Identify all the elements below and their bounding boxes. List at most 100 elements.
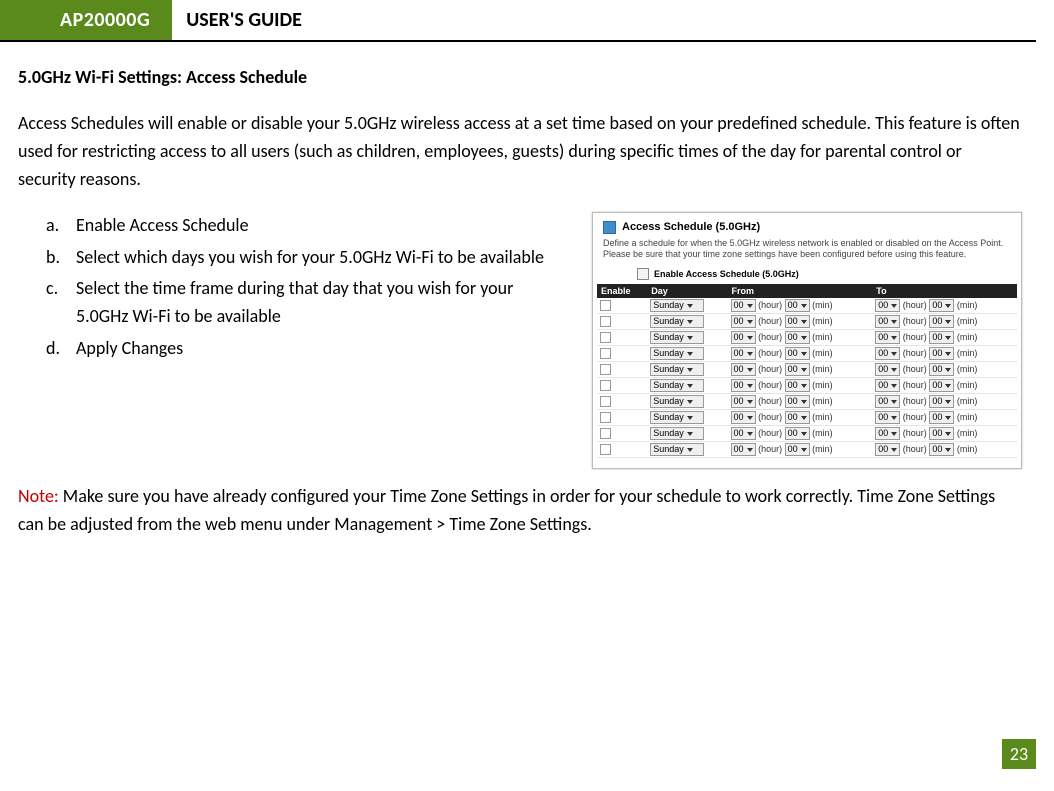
chevron-down-icon [801, 448, 807, 452]
day-select[interactable]: Sunday [650, 347, 704, 360]
row-enable-checkbox[interactable] [600, 380, 611, 391]
chevron-down-icon [747, 432, 753, 436]
from-min-select[interactable]: 00 [785, 363, 810, 376]
to-min-select[interactable]: 00 [929, 347, 954, 360]
row-enable-checkbox[interactable] [600, 412, 611, 423]
from-min-select[interactable]: 00 [785, 331, 810, 344]
day-select[interactable]: Sunday [650, 363, 704, 376]
min-unit: (min) [812, 300, 833, 310]
min-unit: (min) [957, 364, 978, 374]
screenshot-desc: Define a schedule for when the 5.0GHz wi… [597, 238, 1017, 269]
page-header: AP20000G USER'S GUIDE [0, 0, 1036, 42]
chevron-down-icon [945, 384, 951, 388]
day-select[interactable]: Sunday [650, 315, 704, 328]
hour-unit: (hour) [758, 316, 782, 326]
chevron-down-icon [891, 368, 897, 372]
hour-unit: (hour) [758, 380, 782, 390]
screenshot-panel: Access Schedule (5.0GHz) Define a schedu… [592, 212, 1022, 470]
to-min-select[interactable]: 00 [929, 315, 954, 328]
day-select[interactable]: Sunday [650, 427, 704, 440]
to-hour-select[interactable]: 00 [875, 315, 900, 328]
to-hour-select[interactable]: 00 [875, 411, 900, 424]
screenshot-title: Access Schedule (5.0GHz) [622, 221, 760, 233]
row-enable-checkbox[interactable] [600, 332, 611, 343]
from-min-select[interactable]: 00 [785, 427, 810, 440]
min-unit: (min) [957, 444, 978, 454]
step-text: Select the time frame during that day th… [76, 275, 568, 331]
to-hour-select[interactable]: 00 [875, 395, 900, 408]
chevron-down-icon [945, 336, 951, 340]
table-row: Sunday00 (hour) 00 (min)00 (hour) 00 (mi… [597, 410, 1017, 426]
from-min-select[interactable]: 00 [785, 315, 810, 328]
day-select[interactable]: Sunday [650, 299, 704, 312]
chevron-down-icon [747, 304, 753, 308]
step-marker: a. [46, 212, 76, 240]
to-min-select[interactable]: 00 [929, 299, 954, 312]
to-hour-select[interactable]: 00 [875, 331, 900, 344]
chevron-down-icon [687, 336, 693, 340]
from-min-select[interactable]: 00 [785, 395, 810, 408]
page-number: 23 [1002, 739, 1036, 769]
from-hour-select[interactable]: 00 [731, 443, 756, 456]
chevron-down-icon [747, 336, 753, 340]
row-enable-checkbox[interactable] [600, 316, 611, 327]
day-select[interactable]: Sunday [650, 411, 704, 424]
from-hour-select[interactable]: 00 [731, 427, 756, 440]
from-hour-select[interactable]: 00 [731, 363, 756, 376]
to-hour-select[interactable]: 00 [875, 347, 900, 360]
from-min-select[interactable]: 00 [785, 443, 810, 456]
from-min-select[interactable]: 00 [785, 411, 810, 424]
day-select[interactable]: Sunday [650, 443, 704, 456]
from-hour-select[interactable]: 00 [731, 315, 756, 328]
row-enable-checkbox[interactable] [600, 428, 611, 439]
to-min-select[interactable]: 00 [929, 395, 954, 408]
to-min-select[interactable]: 00 [929, 427, 954, 440]
guide-title: USER'S GUIDE [172, 0, 302, 40]
note-paragraph: Note: Make sure you have already configu… [18, 483, 1022, 539]
chevron-down-icon [747, 320, 753, 324]
from-min-select[interactable]: 00 [785, 299, 810, 312]
to-hour-select[interactable]: 00 [875, 427, 900, 440]
from-hour-select[interactable]: 00 [731, 395, 756, 408]
to-hour-select[interactable]: 00 [875, 299, 900, 312]
to-hour-select[interactable]: 00 [875, 379, 900, 392]
row-enable-checkbox[interactable] [600, 348, 611, 359]
to-min-select[interactable]: 00 [929, 363, 954, 376]
from-hour-select[interactable]: 00 [731, 299, 756, 312]
from-min-select[interactable]: 00 [785, 379, 810, 392]
chevron-down-icon [801, 320, 807, 324]
chevron-down-icon [945, 432, 951, 436]
panel-check-icon [603, 221, 616, 234]
steps-list: a.Enable Access Scheduleb.Select which d… [18, 212, 568, 367]
to-min-select[interactable]: 00 [929, 443, 954, 456]
to-min-select[interactable]: 00 [929, 379, 954, 392]
from-hour-select[interactable]: 00 [731, 411, 756, 424]
row-enable-checkbox[interactable] [600, 300, 611, 311]
row-enable-checkbox[interactable] [600, 444, 611, 455]
to-hour-select[interactable]: 00 [875, 443, 900, 456]
step-item: b.Select which days you wish for your 5.… [46, 244, 568, 272]
row-enable-checkbox[interactable] [600, 396, 611, 407]
chevron-down-icon [891, 416, 897, 420]
min-unit: (min) [812, 444, 833, 454]
min-unit: (min) [812, 316, 833, 326]
from-hour-select[interactable]: 00 [731, 347, 756, 360]
note-text: Make sure you have already configured yo… [18, 485, 995, 535]
day-select[interactable]: Sunday [650, 331, 704, 344]
enable-checkbox[interactable] [637, 268, 649, 280]
from-min-select[interactable]: 00 [785, 347, 810, 360]
chevron-down-icon [891, 336, 897, 340]
min-unit: (min) [957, 428, 978, 438]
min-unit: (min) [812, 348, 833, 358]
day-select[interactable]: Sunday [650, 379, 704, 392]
from-hour-select[interactable]: 00 [731, 331, 756, 344]
from-hour-select[interactable]: 00 [731, 379, 756, 392]
to-min-select[interactable]: 00 [929, 331, 954, 344]
day-select[interactable]: Sunday [650, 395, 704, 408]
row-enable-checkbox[interactable] [600, 364, 611, 375]
schedule-table: Enable Day From To Sunday00 (hour) 00 (m… [597, 284, 1017, 458]
to-hour-select[interactable]: 00 [875, 363, 900, 376]
to-min-select[interactable]: 00 [929, 411, 954, 424]
chevron-down-icon [801, 384, 807, 388]
chevron-down-icon [747, 352, 753, 356]
